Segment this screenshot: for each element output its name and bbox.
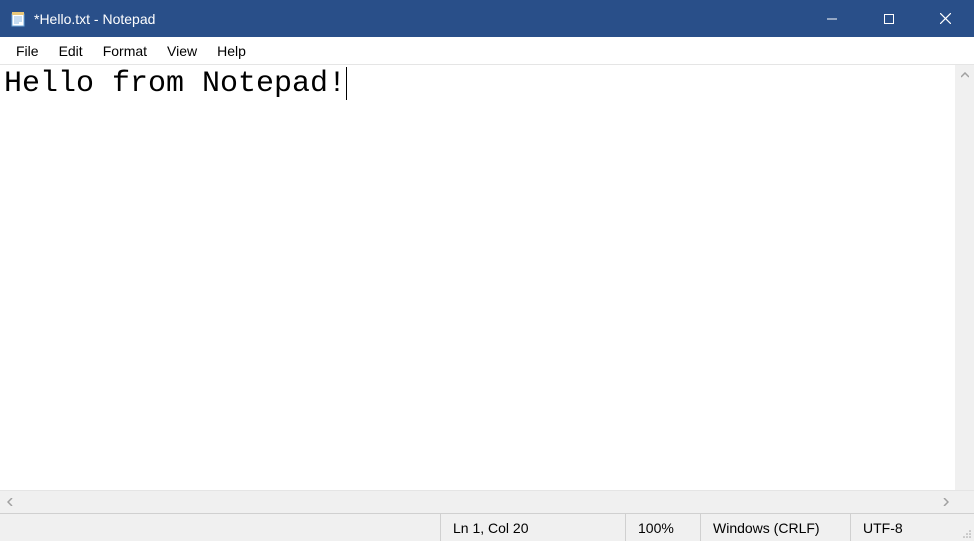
status-zoom: 100%	[625, 514, 700, 541]
menu-format[interactable]: Format	[93, 40, 157, 62]
status-line-endings: Windows (CRLF)	[700, 514, 850, 541]
status-caret-position: Ln 1, Col 20	[440, 514, 625, 541]
editor-content: Hello from Notepad!	[4, 67, 346, 101]
maximize-button[interactable]	[860, 0, 917, 37]
vertical-scrollbar[interactable]	[955, 65, 974, 490]
scroll-up-icon[interactable]	[955, 65, 974, 84]
status-encoding: UTF-8	[850, 514, 960, 541]
menu-view[interactable]: View	[157, 40, 207, 62]
menu-help[interactable]: Help	[207, 40, 256, 62]
scroll-corner	[955, 491, 974, 513]
resize-grip[interactable]	[960, 514, 974, 541]
window-title: *Hello.txt - Notepad	[34, 11, 803, 27]
titlebar[interactable]: *Hello.txt - Notepad	[0, 0, 974, 37]
minimize-button[interactable]	[803, 0, 860, 37]
menubar: File Edit Format View Help	[0, 37, 974, 65]
text-cursor	[346, 67, 347, 100]
window-controls	[803, 0, 974, 37]
status-encoding-label: UTF-8	[863, 520, 903, 536]
scroll-right-icon[interactable]	[936, 491, 955, 513]
status-spacer	[0, 514, 440, 541]
menu-file[interactable]: File	[6, 40, 49, 62]
close-button[interactable]	[917, 0, 974, 37]
statusbar: Ln 1, Col 20 100% Windows (CRLF) UTF-8	[0, 513, 974, 541]
scroll-left-icon[interactable]	[0, 491, 19, 513]
editor-area: Hello from Notepad!	[0, 65, 974, 513]
notepad-icon	[10, 11, 26, 27]
menu-edit[interactable]: Edit	[49, 40, 93, 62]
horizontal-scrollbar[interactable]	[0, 490, 974, 513]
text-editor[interactable]: Hello from Notepad!	[0, 65, 974, 490]
